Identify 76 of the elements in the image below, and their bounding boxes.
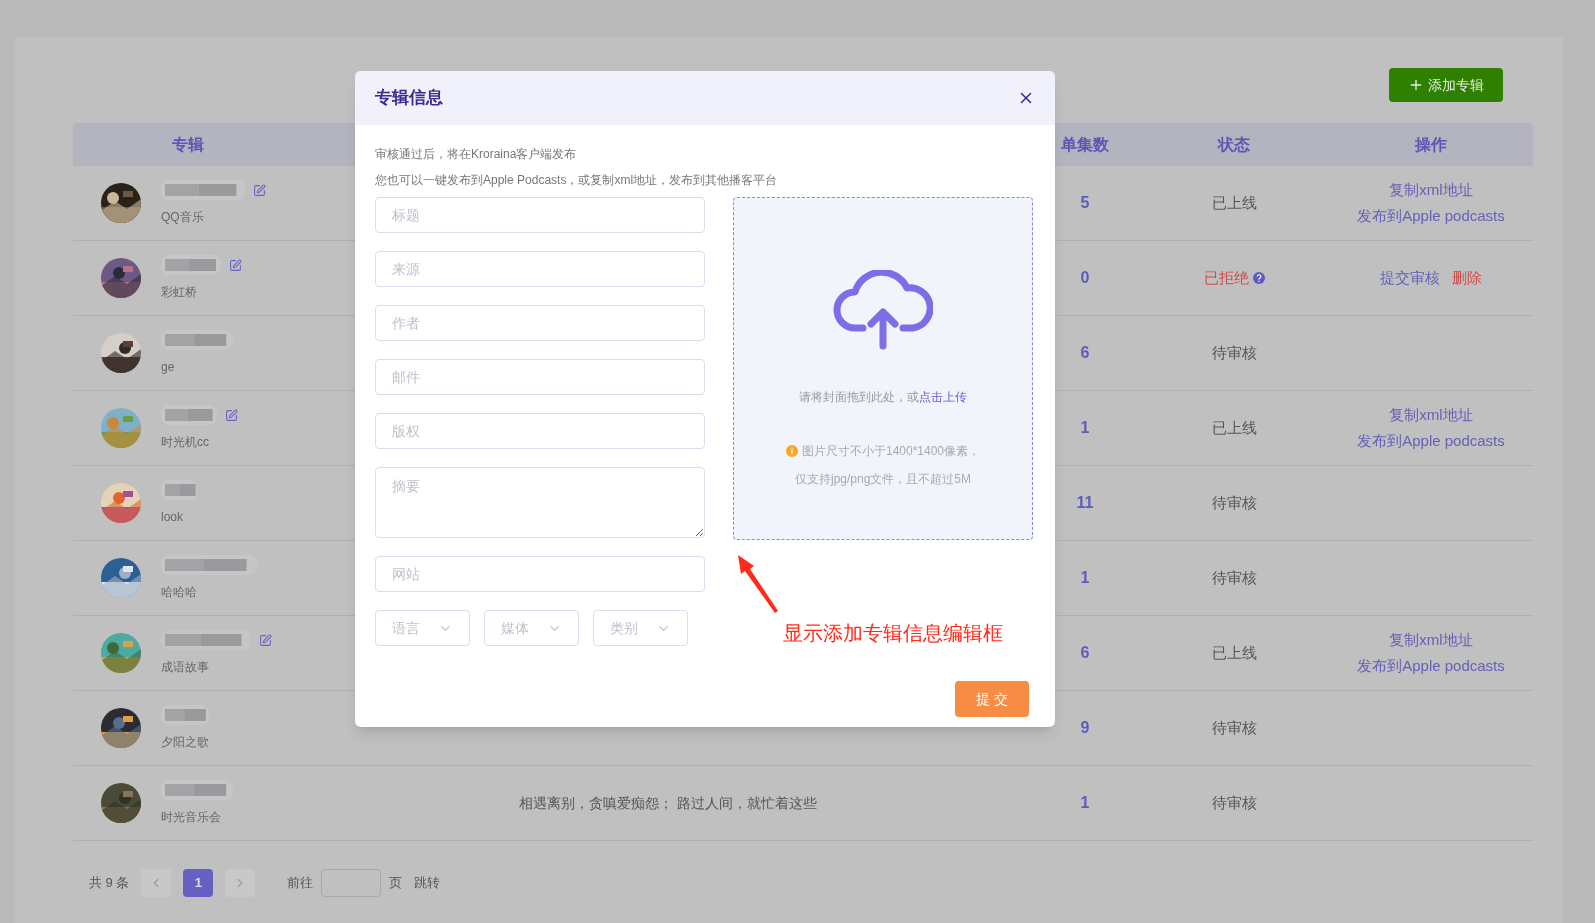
- action-link[interactable]: 发布到Apple podcasts: [1357, 205, 1505, 227]
- album-source: QQ音乐: [161, 209, 205, 226]
- status-label: 已拒绝: [1203, 267, 1249, 288]
- goto-label: 前往: [287, 874, 314, 893]
- input-field[interactable]: 网站: [375, 556, 705, 592]
- album-source: ge: [161, 359, 176, 376]
- action-link[interactable]: 发布到Apple podcasts: [1357, 655, 1505, 677]
- page-button[interactable]: 1: [183, 869, 214, 897]
- upload-link[interactable]: 点击上传: [919, 390, 967, 404]
- status-label: 已上线: [1211, 417, 1257, 438]
- status-label: 已上线: [1211, 192, 1257, 213]
- episode-count: 1: [1080, 793, 1090, 813]
- input-field[interactable]: 来源: [375, 251, 705, 287]
- edit-icon[interactable]: [253, 183, 266, 197]
- album-source: 时光机cc: [161, 434, 210, 451]
- episode-count: 1: [1080, 568, 1090, 588]
- action-link[interactable]: 复制xml地址: [1389, 404, 1473, 426]
- album-description: 相遇离别，贪嗔爱痴怨； 路过人间，就忙着这些: [519, 793, 817, 813]
- episode-count: 0: [1080, 268, 1090, 288]
- annotation-text: 显示添加专辑信息编辑框: [783, 621, 1003, 646]
- annotation-arrow: [738, 555, 780, 613]
- edit-icon[interactable]: [225, 408, 238, 422]
- cloud-upload-icon: [833, 270, 933, 350]
- column-header: 操作: [1415, 134, 1447, 155]
- upload-note: 仅支持jpg/png文件，且不超过5M: [794, 471, 971, 488]
- dialog-note: 您也可以一键发布到Apple Podcasts，或复制xml地址，发布到其他播客平台: [375, 172, 779, 189]
- input-field[interactable]: 版权: [375, 413, 705, 449]
- select-field[interactable]: 媒体: [484, 610, 579, 646]
- action-link[interactable]: 提交审核: [1380, 267, 1440, 289]
- page-unit: 页: [389, 874, 403, 893]
- album-source: 时光音乐会: [161, 809, 222, 826]
- plus-icon: [1408, 77, 1424, 93]
- album-source: look: [161, 509, 184, 526]
- upload-note: 图片尺寸不小于1400*1400像素，: [801, 443, 981, 460]
- status-label: 待审核: [1211, 717, 1257, 738]
- album-source: 成语故事: [161, 659, 210, 676]
- column-header: 专辑: [172, 134, 204, 155]
- jump-link[interactable]: 跳转: [414, 873, 441, 893]
- album-source: 哈哈哈: [161, 584, 198, 601]
- input-field[interactable]: 邮件: [375, 359, 705, 395]
- status-label: 待审核: [1211, 492, 1257, 513]
- edit-icon[interactable]: [229, 258, 242, 272]
- info-icon: [785, 445, 798, 457]
- add-album-button[interactable]: 添加专辑: [1389, 68, 1503, 102]
- episode-count: 9: [1080, 718, 1090, 738]
- select-field[interactable]: 类别: [593, 610, 688, 646]
- delete-link[interactable]: 删除: [1452, 267, 1482, 289]
- select-field[interactable]: 语言: [375, 610, 470, 646]
- status-label: 待审核: [1211, 342, 1257, 363]
- column-header: 单集数: [1061, 134, 1109, 155]
- edit-icon[interactable]: [259, 633, 272, 647]
- page-input[interactable]: [321, 869, 382, 897]
- action-link[interactable]: 复制xml地址: [1389, 629, 1473, 651]
- upload-hint: 请将封面拖到此处，或点击上传: [799, 389, 967, 406]
- episode-count: 6: [1080, 643, 1090, 663]
- episode-count: 1: [1080, 418, 1090, 438]
- action-link[interactable]: 发布到Apple podcasts: [1357, 430, 1505, 452]
- summary-field[interactable]: 摘要: [375, 467, 705, 538]
- help-icon[interactable]: [1252, 272, 1265, 284]
- album-source: 彩虹桥: [161, 284, 198, 301]
- input-field[interactable]: 标题: [375, 197, 705, 233]
- status-label: 待审核: [1211, 567, 1257, 588]
- column-header: 状态: [1218, 134, 1250, 155]
- episode-count: 5: [1080, 193, 1090, 213]
- status-label: 已上线: [1211, 642, 1257, 663]
- action-link[interactable]: 复制xml地址: [1389, 179, 1473, 201]
- input-field[interactable]: 作者: [375, 305, 705, 341]
- total-count: 共 9 条: [89, 874, 130, 893]
- submit-button[interactable]: 提 交: [955, 681, 1029, 717]
- dialog-title: 专辑信息: [375, 87, 443, 110]
- album-source: 夕阳之歌: [161, 734, 209, 751]
- episode-count: 6: [1080, 343, 1090, 363]
- episode-count: 11: [1076, 493, 1094, 513]
- status-label: 待审核: [1211, 792, 1257, 813]
- upload-area[interactable]: 请将封面拖到此处，或点击上传 图片尺寸不小于1400*1400像素， 仅支持jpg/png文件，且不超过5M: [733, 197, 1033, 540]
- dialog-note: 审核通过后，将在Kroraina客户端发布: [375, 146, 578, 163]
